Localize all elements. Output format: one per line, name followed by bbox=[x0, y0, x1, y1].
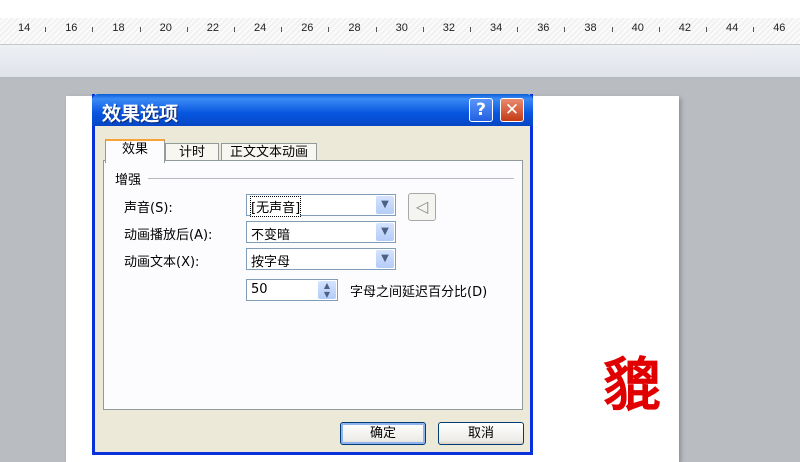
ruler-number: 26 bbox=[301, 22, 314, 34]
ruler-tick bbox=[470, 27, 471, 32]
ruler-tick bbox=[753, 27, 755, 32]
spin-arrows-icon[interactable]: ▲ ▼ bbox=[318, 281, 336, 299]
group-divider bbox=[148, 178, 514, 179]
slide-red-glyph[interactable]: 貔 bbox=[593, 354, 661, 412]
ruler-tick bbox=[706, 27, 707, 32]
ruler-tick bbox=[186, 27, 188, 32]
delay-percent-value: 50 bbox=[251, 282, 268, 297]
ruler-number: 20 bbox=[159, 22, 172, 34]
ruler-number: 46 bbox=[773, 22, 786, 34]
speaker-icon[interactable]: ◁ bbox=[408, 193, 436, 221]
ruler-number: 34 bbox=[490, 22, 503, 34]
dialog-title: 效果选项 bbox=[102, 103, 179, 125]
ruler-tick bbox=[92, 27, 94, 32]
ruler-number: 36 bbox=[537, 22, 550, 34]
ruler-number: 24 bbox=[254, 22, 267, 34]
ruler-tick bbox=[281, 27, 283, 32]
delay-percent-stepper[interactable]: 50 ▲ ▼ bbox=[246, 279, 338, 301]
ruler-tick bbox=[234, 27, 235, 32]
sound-select-value: [无声音] bbox=[249, 196, 302, 217]
after-animation-label: 动画播放后(A): bbox=[124, 228, 213, 243]
ruler-number: 40 bbox=[631, 22, 644, 34]
ruler-number: 18 bbox=[112, 22, 125, 34]
ruler-tick bbox=[611, 27, 613, 32]
ruler-tick bbox=[139, 27, 141, 32]
tab-effect[interactable]: 效果 bbox=[105, 139, 165, 163]
sound-select[interactable]: [无声音] ▼ bbox=[246, 194, 396, 217]
ruler-number: 32 bbox=[442, 22, 456, 34]
ruler-number: 22 bbox=[206, 22, 220, 34]
ruler-tick bbox=[375, 27, 377, 32]
tab-panel-effect: 增强 声音(S): [无声音] ▼ ◁ 动画播放后(A): 不变暗 ▼ 动画文本… bbox=[103, 160, 523, 410]
ruler-number: 14 bbox=[18, 22, 31, 34]
after-animation-select[interactable]: 不变暗 ▼ bbox=[246, 221, 396, 243]
dialog-titlebar[interactable]: 效果选项 ? ✕ bbox=[92, 94, 533, 126]
ruler-number: 42 bbox=[678, 22, 692, 34]
ruler-tick bbox=[328, 27, 330, 32]
delay-percent-label: 字母之间延迟百分比(D) bbox=[350, 285, 488, 300]
ruler-number: 44 bbox=[726, 22, 739, 34]
chevron-down-icon[interactable]: ▼ bbox=[376, 250, 394, 268]
chevron-down-icon[interactable]: ▼ bbox=[376, 196, 394, 214]
help-button[interactable]: ? bbox=[469, 98, 493, 122]
ruler-tick bbox=[517, 27, 519, 32]
animate-text-select[interactable]: 按字母 ▼ bbox=[246, 248, 396, 270]
ruler-tick bbox=[422, 27, 424, 32]
animate-text-value: 按字母 bbox=[251, 255, 291, 270]
effect-options-dialog: 效果选项 ? ✕ 效果 计时 正文文本动画 增强 声音(S): [无声音] ▼ … bbox=[92, 94, 533, 455]
cancel-button[interactable]: 取消 bbox=[438, 422, 524, 445]
animate-text-label: 动画文本(X): bbox=[124, 255, 200, 270]
toolbar-strip bbox=[0, 45, 800, 78]
ruler-number: 30 bbox=[395, 22, 408, 34]
ok-button[interactable]: 确定 bbox=[340, 422, 426, 445]
ruler-tick bbox=[45, 27, 47, 32]
ruler-number: 38 bbox=[584, 22, 597, 34]
close-button[interactable]: ✕ bbox=[500, 98, 524, 122]
ruler-tick bbox=[658, 27, 660, 32]
after-animation-value: 不变暗 bbox=[251, 228, 291, 243]
horizontal-ruler: 14 16 18 20 22 24 26 28 30 32 34 36 38 40 42 44 46 bbox=[0, 0, 800, 45]
ruler-tick bbox=[564, 27, 566, 32]
ruler-number: 16 bbox=[65, 22, 78, 34]
sound-label: 声音(S): bbox=[124, 201, 173, 216]
ruler-number: 28 bbox=[348, 22, 361, 34]
chevron-down-icon[interactable]: ▼ bbox=[376, 223, 394, 241]
group-label-enhancements: 增强 bbox=[115, 173, 142, 188]
